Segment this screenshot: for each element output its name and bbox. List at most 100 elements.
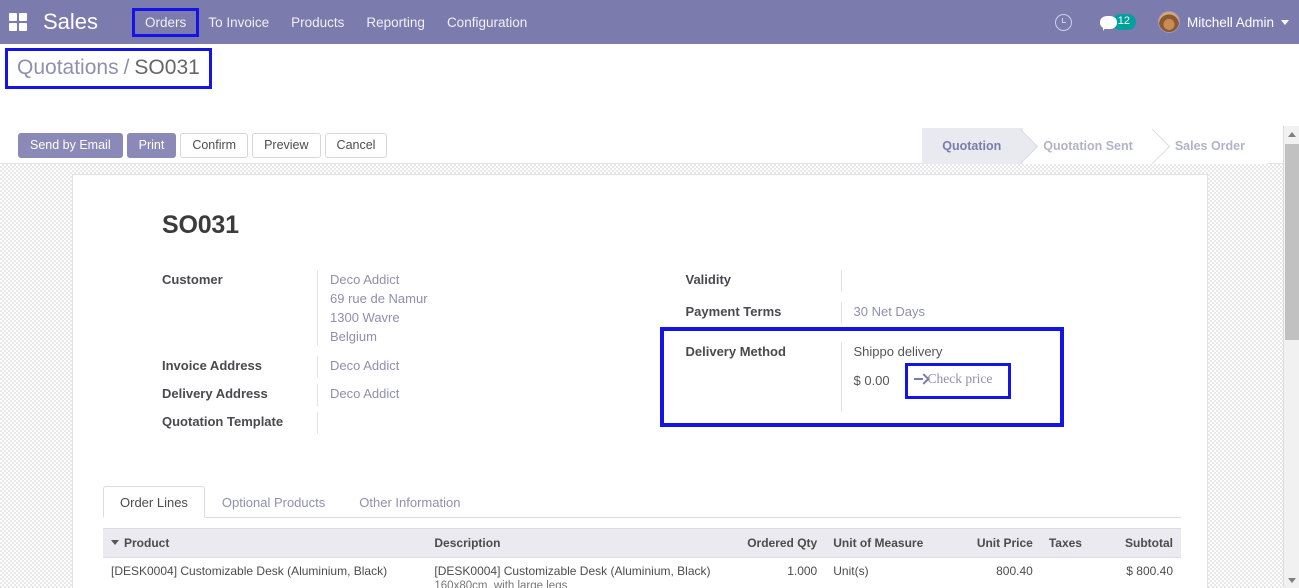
check-price-highlight-box[interactable]: Check price — [904, 363, 1011, 399]
field-invoice-address-label: Invoice Address — [162, 358, 262, 373]
form-column-left: Customer Deco Addict 69 rue de Namur 130… — [162, 270, 658, 440]
stage-sales-order[interactable]: Sales Order — [1154, 128, 1267, 164]
workflow-buttons: Send by Email Print Confirm Preview Canc… — [18, 133, 388, 158]
column-header-description[interactable]: Description — [426, 528, 729, 558]
payment-terms-link[interactable]: 30 Net Days — [854, 302, 1182, 321]
record-sheet: SO031 Customer Deco Addict 69 rue de Nam… — [72, 174, 1208, 588]
top-navbar: Sales Orders To Invoice Products Reporti… — [0, 0, 1299, 44]
order-lines-table: Product Description Ordered Qty Unit of … — [103, 528, 1181, 588]
field-delivery-address-value: Deco Addict — [317, 384, 658, 406]
clock-icon[interactable] — [1054, 13, 1072, 31]
arrow-right-icon — [913, 374, 927, 384]
field-delivery-method-label: Delivery Method — [685, 344, 786, 359]
cell-description-line1: [DESK0004] Customizable Desk (Aluminium,… — [434, 564, 711, 578]
delivery-address-link[interactable]: Deco Addict — [330, 384, 658, 403]
control-panel: Quotations/SO031 Edit Create Print Actio… — [0, 44, 1299, 161]
cell-taxes[interactable] — [1040, 557, 1095, 588]
field-delivery-address: Delivery Address Deco Addict — [162, 384, 658, 412]
field-validity-value[interactable] — [840, 270, 1182, 292]
field-customer-label: Customer — [162, 272, 223, 287]
delivery-method-name[interactable]: Shippo delivery — [854, 342, 1182, 361]
delivery-price: $ 0.00 — [853, 373, 890, 388]
tab-other-information[interactable]: Other Information — [342, 486, 477, 518]
customer-street-link[interactable]: 69 rue de Namur — [330, 289, 658, 308]
field-payment-terms-label: Payment Terms — [685, 304, 782, 319]
field-quotation-template-value[interactable] — [317, 412, 658, 434]
apps-grid-icon[interactable] — [9, 13, 27, 31]
avatar — [1157, 11, 1180, 33]
cell-product[interactable]: [DESK0004] Customizable Desk (Aluminium,… — [103, 557, 427, 588]
stage-quotation[interactable]: Quotation — [922, 128, 1024, 164]
form-scroll-area: SO031 Customer Deco Addict 69 rue de Nam… — [0, 164, 1283, 588]
confirm-button[interactable]: Confirm — [180, 133, 249, 158]
field-validity-label: Validity — [685, 272, 732, 287]
statusbar: Quotation Quotation Sent Sales Order — [922, 128, 1267, 164]
cell-ordered-qty[interactable]: 1.000 — [728, 557, 826, 588]
scrollbar-thumb[interactable] — [1285, 144, 1299, 340]
send-by-email-button[interactable]: Send by Email — [18, 133, 123, 158]
column-header-unit-of-measure[interactable]: Unit of Measure — [825, 528, 955, 558]
scroll-up-icon[interactable] — [1284, 126, 1299, 142]
field-delivery-address-label: Delivery Address — [162, 386, 268, 401]
field-payment-terms: Payment Terms 30 Net Days — [686, 302, 1182, 334]
breadcrumb-separator: / — [123, 56, 130, 79]
vertical-scrollbar[interactable] — [1283, 126, 1299, 588]
field-customer: Customer Deco Addict 69 rue de Namur 130… — [162, 270, 658, 356]
cancel-button[interactable]: Cancel — [324, 133, 388, 158]
table-header-row: Product Description Ordered Qty Unit of … — [103, 528, 1181, 558]
breadcrumb[interactable]: Quotations / SO031 — [5, 48, 212, 89]
column-header-unit-price[interactable]: Unit Price — [954, 528, 1041, 558]
form-columns: Customer Deco Addict 69 rue de Namur 130… — [89, 270, 1181, 440]
customer-name-link[interactable]: Deco Addict — [330, 270, 658, 289]
column-header-product[interactable]: Product — [103, 528, 427, 558]
field-delivery-method-value: Shippo delivery $ 0.00 — [840, 342, 1182, 412]
user-name-label: Mitchell Admin — [1186, 14, 1274, 30]
breadcrumb-current: SO031 — [134, 56, 200, 79]
menu-item-orders[interactable]: Orders — [132, 7, 200, 37]
column-header-subtotal[interactable]: Subtotal — [1094, 528, 1181, 558]
field-invoice-address-value: Deco Addict — [317, 356, 658, 378]
menu-item-reporting[interactable]: Reporting — [355, 10, 436, 35]
preview-button[interactable]: Preview — [252, 133, 321, 158]
navbar-right: 12 Mitchell Admin — [1054, 11, 1299, 33]
column-label-product: Product — [124, 536, 170, 550]
chat-bubble-icon — [1099, 15, 1117, 31]
app-brand-sales[interactable]: Sales — [43, 9, 98, 35]
scroll-down-icon[interactable] — [1284, 572, 1299, 588]
field-quotation-template: Quotation Template — [162, 412, 658, 440]
tab-optional-products[interactable]: Optional Products — [205, 486, 342, 518]
print-button[interactable]: Print — [126, 133, 177, 158]
user-menu[interactable]: Mitchell Admin — [1157, 11, 1289, 33]
cell-unit-price[interactable]: 800.40 — [954, 557, 1041, 588]
check-price-link[interactable]: Check price — [913, 371, 993, 387]
chevron-down-icon — [1281, 19, 1289, 25]
tab-order-lines[interactable]: Order Lines — [103, 486, 205, 518]
check-price-label: Check price — [927, 371, 993, 386]
form-column-right: Validity Payment Terms 30 Net Days Deliv… — [659, 270, 1182, 440]
menu-item-products[interactable]: Products — [280, 10, 355, 35]
cell-description-line2: 160x80cm, with large legs — [434, 580, 568, 588]
messages-button[interactable]: 12 — [1099, 14, 1136, 31]
page-title: SO031 — [162, 211, 239, 239]
invoice-address-link[interactable]: Deco Addict — [330, 356, 658, 375]
customer-country-link[interactable]: Belgium — [330, 327, 658, 346]
field-validity: Validity — [686, 270, 1182, 302]
customer-city-link[interactable]: 1300 Wavre — [330, 308, 658, 327]
notebook: Order Lines Optional Products Other Info… — [89, 486, 1181, 588]
status-row: Send by Email Print Confirm Preview Canc… — [0, 128, 1283, 164]
menu-item-configuration[interactable]: Configuration — [436, 10, 538, 35]
column-header-taxes[interactable]: Taxes — [1040, 528, 1095, 558]
field-customer-value: Deco Addict 69 rue de Namur 1300 Wavre B… — [317, 270, 658, 346]
cell-unit-of-measure[interactable]: Unit(s) — [825, 557, 955, 588]
field-quotation-template-label: Quotation Template — [162, 414, 284, 429]
main-menu: Orders To Invoice Products Reporting Con… — [132, 0, 538, 44]
sort-descending-icon — [111, 540, 119, 545]
notebook-tabs: Order Lines Optional Products Other Info… — [103, 486, 1181, 518]
table-row[interactable]: [DESK0004] Customizable Desk (Aluminium,… — [103, 557, 1181, 588]
cell-description[interactable]: [DESK0004] Customizable Desk (Aluminium,… — [426, 557, 729, 588]
breadcrumb-parent[interactable]: Quotations — [17, 56, 119, 79]
menu-item-to-invoice[interactable]: To Invoice — [197, 10, 280, 35]
cell-subtotal: $ 800.40 — [1094, 557, 1181, 588]
stage-quotation-sent[interactable]: Quotation Sent — [1023, 128, 1155, 164]
column-header-ordered-qty[interactable]: Ordered Qty — [728, 528, 826, 558]
